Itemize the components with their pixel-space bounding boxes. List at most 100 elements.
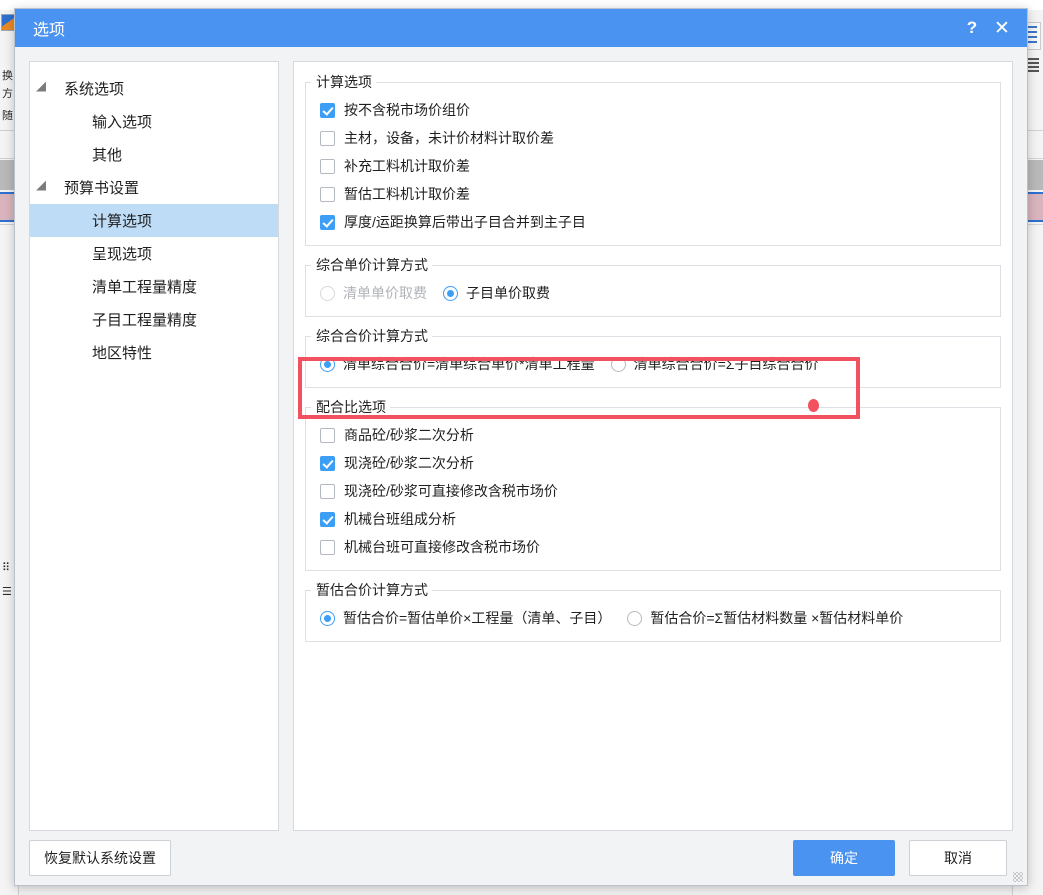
cancel-button[interactable]: 取消 xyxy=(909,840,1007,876)
sidebar-item-system-options[interactable]: 系统选项 xyxy=(30,72,278,105)
checkbox-row: 按不含税市场价组价 xyxy=(306,96,1000,124)
checkbox-row: 现浇砼/砂浆可直接修改含税市场价 xyxy=(306,477,1000,505)
radio-boq-unit-price-fee[interactable]: 清单单价取费 xyxy=(320,283,427,303)
group-total-price-method: 综合合价计算方式 清单综合合价=清单综合单价*清单工程量 清单综合合价=Σ子目综… xyxy=(305,326,1001,388)
checkbox-label: 机械台班组成分析 xyxy=(344,511,456,527)
checkbox-label: 主材，设备，未计价材料计取价差 xyxy=(344,130,554,146)
checkbox-icon[interactable] xyxy=(320,186,335,202)
checkbox-icon[interactable] xyxy=(320,158,335,174)
sidebar-item-region-features[interactable]: 地区特性 xyxy=(30,336,278,369)
ok-button[interactable]: 确定 xyxy=(793,840,895,876)
dialog-body: 系统选项 输入选项 其他 预算书设置 计算选项 呈现选项 清单工程量精度 子目工… xyxy=(15,47,1027,833)
checkbox-icon[interactable] xyxy=(320,102,335,118)
checkbox-cast-in-place-concrete-mortar-secondary-analysis[interactable]: 现浇砼/砂浆二次分析 xyxy=(320,453,474,473)
group-legend: 配合比选项 xyxy=(316,399,386,415)
checkbox-icon[interactable] xyxy=(320,214,335,230)
sidebar-item-input-options[interactable]: 输入选项 xyxy=(30,105,278,138)
group-provisional-price-method: 暂估合价计算方式 暂估合价=暂估单价×工程量（清单、子目） 暂估合价=Σ暂估材料… xyxy=(305,580,1001,642)
checkbox-icon[interactable] xyxy=(320,483,335,499)
radio-label: 暂估合价=Σ暂估材料数量 ×暂估材料单价 xyxy=(650,610,904,626)
radio-row: 清单单价取费 子目单价取费 xyxy=(306,279,1000,307)
options-dialog: 选项 ? ✕ 系统选项 输入选项 其他 预算书设置 计算选项 呈现选项 清单工程… xyxy=(14,8,1028,886)
group-unit-price-method: 综合单价计算方式 清单单价取费 子目单价取费 xyxy=(305,255,1001,317)
radio-icon[interactable] xyxy=(320,356,335,372)
radio-label: 暂估合价=暂估单价×工程量（清单、子目） xyxy=(343,610,612,626)
restore-defaults-button[interactable]: 恢复默认系统设置 xyxy=(29,840,171,876)
group-calc-options: 计算选项 按不含税市场价组价 主材，设备，未计价材料计取价差 补充工料机计取价差… xyxy=(305,72,1001,246)
group-legend: 综合单价计算方式 xyxy=(316,257,428,273)
checkbox-commercial-concrete-mortar-secondary-analysis[interactable]: 商品砼/砂浆二次分析 xyxy=(320,425,474,445)
group-legend: 综合合价计算方式 xyxy=(316,328,428,344)
checkbox-label: 现浇砼/砂浆二次分析 xyxy=(344,455,474,471)
sidebar-item-display-options[interactable]: 呈现选项 xyxy=(30,237,278,270)
radio-label: 清单综合合价=清单综合单价*清单工程量 xyxy=(343,356,595,372)
group-legend: 计算选项 xyxy=(316,74,372,90)
checkbox-thickness-haul-distance-merge[interactable]: 厚度/运距换算后带出子目合并到主子目 xyxy=(320,212,586,232)
sidebar-item-label: 地区特性 xyxy=(92,345,153,362)
checkbox-label: 商品砼/砂浆二次分析 xyxy=(344,427,474,443)
radio-subitem-unit-price-fee[interactable]: 子目单价取费 xyxy=(443,283,550,303)
sidebar-item-calc-options[interactable]: 计算选项 xyxy=(30,204,278,237)
radio-label: 清单单价取费 xyxy=(343,285,427,301)
checkbox-label: 暂估工料机计取价差 xyxy=(344,186,470,202)
sidebar-item-label: 计算选项 xyxy=(92,213,153,230)
radio-label: 子目单价取费 xyxy=(466,285,550,301)
help-icon[interactable]: ? xyxy=(957,18,987,38)
radio-icon[interactable] xyxy=(320,285,335,301)
checkbox-icon[interactable] xyxy=(320,511,335,527)
sidebar-item-label: 清单工程量精度 xyxy=(92,279,198,296)
checkbox-cast-in-place-editable-tax-market-price[interactable]: 现浇砼/砂浆可直接修改含税市场价 xyxy=(320,481,558,501)
checkbox-icon[interactable] xyxy=(320,539,335,555)
sidebar-item-boq-quantity-precision[interactable]: 清单工程量精度 xyxy=(30,270,278,303)
radio-boq-total-equals-unit-times-quantity[interactable]: 清单综合合价=清单综合单价*清单工程量 xyxy=(320,354,595,374)
checkbox-supplement-labor-material-machine-price-diff[interactable]: 补充工料机计取价差 xyxy=(320,156,470,176)
resize-grip-icon[interactable] xyxy=(1013,872,1023,882)
dialog-titlebar: 选项 ? ✕ xyxy=(15,9,1027,47)
checkbox-row: 现浇砼/砂浆二次分析 xyxy=(306,449,1000,477)
checkbox-row: 商品砼/砂浆二次分析 xyxy=(306,421,1000,449)
checkbox-row: 厚度/运距换算后带出子目合并到主子目 xyxy=(306,208,1000,236)
dialog-title: 选项 xyxy=(33,22,66,39)
checkbox-icon[interactable] xyxy=(320,455,335,471)
checkbox-label: 机械台班可直接修改含税市场价 xyxy=(344,539,540,555)
radio-provisional-total-equals-sum-material[interactable]: 暂估合价=Σ暂估材料数量 ×暂估材料单价 xyxy=(627,608,903,628)
close-icon[interactable]: ✕ xyxy=(987,17,1017,40)
checkbox-main-material-equipment-price-diff[interactable]: 主材，设备，未计价材料计取价差 xyxy=(320,128,554,148)
radio-icon[interactable] xyxy=(320,610,335,626)
sidebar-item-budget-settings[interactable]: 预算书设置 xyxy=(30,171,278,204)
checkbox-label: 补充工料机计取价差 xyxy=(344,158,470,174)
sidebar-item-label: 子目工程量精度 xyxy=(92,312,198,329)
checkbox-icon[interactable] xyxy=(320,427,335,443)
settings-content: 计算选项 按不含税市场价组价 主材，设备，未计价材料计取价差 补充工料机计取价差… xyxy=(293,61,1013,831)
group-mix-ratio-options: 配合比选项 商品砼/砂浆二次分析 现浇砼/砂浆二次分析 现浇砼/砂浆可直接修改含… xyxy=(305,397,1001,571)
checkbox-row: 主材，设备，未计价材料计取价差 xyxy=(306,124,1000,152)
sidebar-item-label: 系统选项 xyxy=(64,81,125,98)
sidebar-item-label: 预算书设置 xyxy=(64,180,140,197)
checkbox-row: 补充工料机计取价差 xyxy=(306,152,1000,180)
checkbox-icon[interactable] xyxy=(320,130,335,146)
radio-boq-total-equals-sum-subitem-total[interactable]: 清单综合合价=Σ子目综合合价 xyxy=(610,354,819,374)
dialog-footer: 恢复默认系统设置 确定 取消 xyxy=(15,831,1027,885)
sidebar-item-subitem-quantity-precision[interactable]: 子目工程量精度 xyxy=(30,303,278,336)
radio-icon[interactable] xyxy=(627,610,643,626)
sidebar-item-other[interactable]: 其他 xyxy=(30,138,278,171)
expand-triangle-icon[interactable] xyxy=(36,180,51,195)
sidebar-item-label: 输入选项 xyxy=(92,114,153,131)
settings-tree[interactable]: 系统选项 输入选项 其他 预算书设置 计算选项 呈现选项 清单工程量精度 子目工… xyxy=(29,61,279,831)
radio-icon[interactable] xyxy=(443,285,458,301)
checkbox-label: 现浇砼/砂浆可直接修改含税市场价 xyxy=(344,483,558,499)
group-legend: 暂估合价计算方式 xyxy=(316,582,428,598)
sidebar-item-label: 呈现选项 xyxy=(92,246,153,263)
expand-triangle-icon[interactable] xyxy=(36,81,51,96)
checkbox-tax-exclusive-market-price[interactable]: 按不含税市场价组价 xyxy=(320,100,470,120)
checkbox-machine-shift-editable-tax-market-price[interactable]: 机械台班可直接修改含税市场价 xyxy=(320,537,540,557)
checkbox-machine-shift-composition-analysis[interactable]: 机械台班组成分析 xyxy=(320,509,456,529)
radio-provisional-total-equals-unit-times-quantity[interactable]: 暂估合价=暂估单价×工程量（清单、子目） xyxy=(320,608,611,628)
radio-label: 清单综合合价=Σ子目综合合价 xyxy=(633,356,819,372)
checkbox-label: 厚度/运距换算后带出子目合并到主子目 xyxy=(344,214,586,230)
checkbox-provisional-labor-material-machine-price-diff[interactable]: 暂估工料机计取价差 xyxy=(320,184,470,204)
radio-icon[interactable] xyxy=(610,356,626,372)
checkbox-row: 暂估工料机计取价差 xyxy=(306,180,1000,208)
sidebar-item-label: 其他 xyxy=(92,147,123,164)
checkbox-row: 机械台班可直接修改含税市场价 xyxy=(306,533,1000,561)
